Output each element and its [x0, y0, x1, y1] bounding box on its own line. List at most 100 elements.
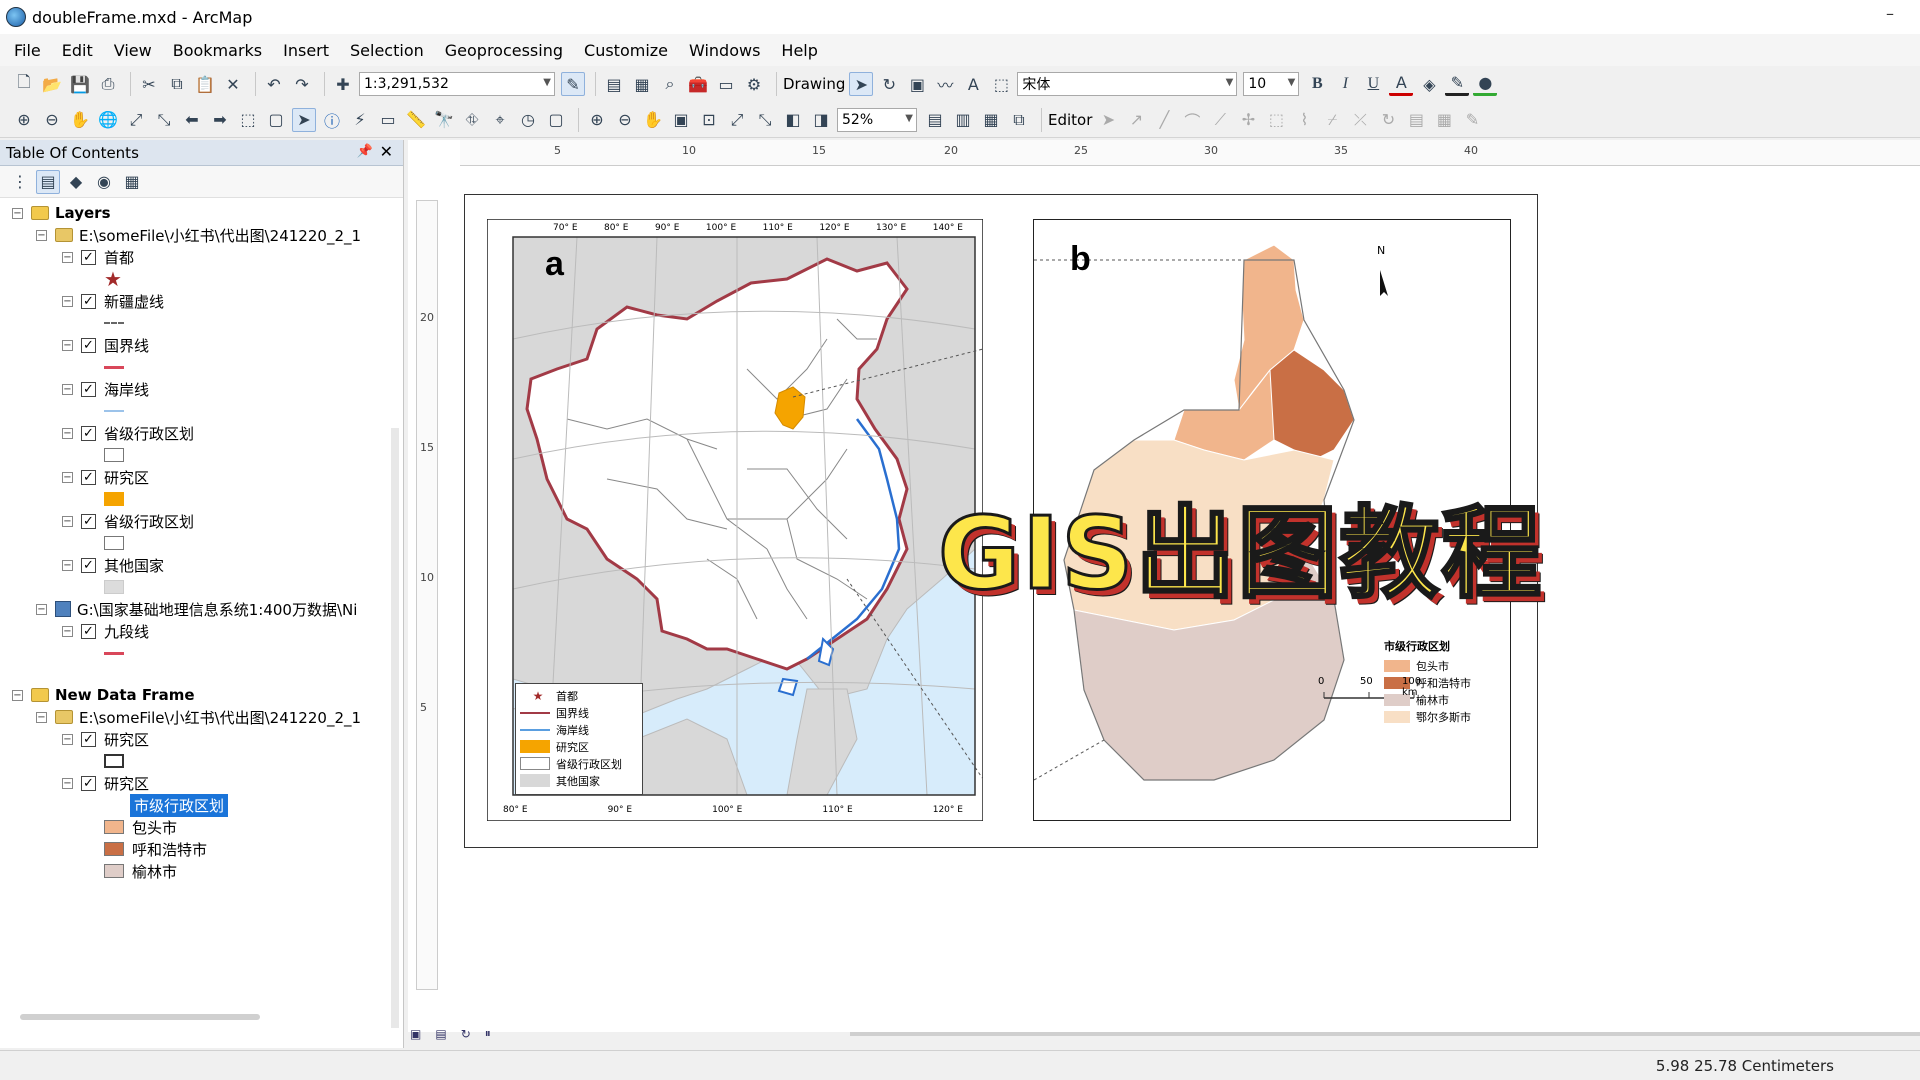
symbol-row[interactable] [104, 576, 124, 598]
collapse-icon[interactable]: − [62, 471, 73, 483]
marker-color-icon[interactable]: ● [1473, 72, 1498, 96]
layer-visibility-checkbox[interactable]: ✓ [81, 381, 96, 397]
toc-class-yulin[interactable]: 榆林市 [104, 860, 177, 882]
catalog-icon[interactable]: ▦ [630, 72, 654, 96]
menu-selection[interactable]: Selection [350, 41, 424, 60]
layer-visibility-checkbox[interactable]: ✓ [81, 731, 96, 747]
toc-layer-study3[interactable]: − ✓ 研究区 [62, 772, 149, 794]
copy-icon[interactable]: ⧉ [165, 72, 189, 96]
minimize-button[interactable]: – [1886, 4, 1894, 23]
layout-fixed-zoom-out-icon[interactable]: ⤡ [753, 108, 777, 132]
collapse-icon[interactable]: − [36, 711, 47, 723]
line-color-icon[interactable]: ✎ [1445, 72, 1470, 96]
reshape-icon[interactable]: ⌇ [1292, 108, 1316, 132]
menu-edit[interactable]: Edit [62, 41, 93, 60]
toc-data-frame-new[interactable]: − New Data Frame [12, 684, 195, 706]
find-icon[interactable]: 🔭 [432, 108, 456, 132]
pin-icon[interactable]: 📌 [357, 144, 373, 159]
create-features-icon[interactable]: ✎ [1460, 108, 1484, 132]
collapse-icon[interactable]: − [62, 339, 73, 351]
list-by-visibility-icon[interactable]: ◆ [64, 170, 88, 194]
search-window-icon[interactable]: ⌕ [658, 72, 682, 96]
table-of-contents-icon[interactable]: ▤ [602, 72, 626, 96]
symbol-row[interactable] [104, 488, 124, 510]
map-b-legend[interactable]: 市级行政区划 包头市 呼和浩特市 榆林市 鄂尔多斯市 [1384, 638, 1494, 725]
trace-icon[interactable]: ⟋ [1208, 108, 1232, 132]
zoom-percent-combo[interactable]: 52% ▼ [837, 107, 917, 132]
identify-icon[interactable]: ⓘ [320, 108, 344, 132]
zoom-whole-page-icon[interactable]: ▣ [905, 72, 929, 96]
symbol-row[interactable] [104, 750, 124, 772]
symbol-row[interactable] [104, 444, 124, 466]
go-to-xy-icon[interactable]: ⌖ [488, 108, 512, 132]
select-features-icon[interactable]: ⬚ [236, 108, 260, 132]
toc-class-baotou[interactable]: 包头市 [104, 816, 177, 838]
font-size-combo[interactable]: 10 ▼ [1243, 72, 1300, 96]
forward-extent-icon[interactable]: ➡ [208, 108, 232, 132]
symbol-row[interactable] [104, 532, 124, 554]
fixed-zoom-out-icon[interactable]: ⤡ [152, 108, 176, 132]
toc-layer-other[interactable]: − ✓ 其他国家 [62, 554, 164, 576]
toc-layer-province2[interactable]: − ✓ 省级行政区划 [62, 510, 194, 532]
field-name-selected[interactable]: 市级行政区划 [128, 792, 230, 818]
curve-tool-icon[interactable]: 〰 [933, 72, 957, 96]
toc-layer-coast[interactable]: − ✓ 海岸线 [62, 378, 149, 400]
change-layout-icon[interactable]: ▦ [979, 108, 1003, 132]
layer-visibility-checkbox[interactable]: ✓ [81, 623, 96, 639]
select-arrow-icon[interactable]: ➤ [292, 107, 316, 132]
refresh-icon[interactable]: ↻ [461, 1027, 471, 1041]
editor-toolbar-icon[interactable]: ✎ [561, 72, 585, 96]
edit-annotation-icon[interactable]: ↗ [1124, 108, 1148, 132]
layer-visibility-checkbox[interactable]: ✓ [81, 425, 96, 441]
layout-pan-icon[interactable]: ✋ [641, 108, 665, 132]
collapse-icon[interactable]: − [36, 603, 47, 615]
collapse-icon[interactable]: − [62, 733, 73, 745]
menu-windows[interactable]: Windows [689, 41, 760, 60]
fixed-zoom-in-icon[interactable]: ⤢ [124, 108, 148, 132]
menu-insert[interactable]: Insert [283, 41, 329, 60]
menu-help[interactable]: Help [781, 41, 817, 60]
close-icon[interactable]: ✕ [380, 142, 393, 161]
cut-icon[interactable]: ✂ [137, 72, 161, 96]
split-icon[interactable]: ⤫ [1348, 108, 1372, 132]
redo-icon[interactable]: ↷ [290, 72, 314, 96]
layer-visibility-checkbox[interactable]: ✓ [81, 469, 96, 485]
python-window-icon[interactable]: ▭ [714, 72, 738, 96]
layer-visibility-checkbox[interactable]: ✓ [81, 513, 96, 529]
toc-layer-xinjiang[interactable]: − ✓ 新疆虚线 [62, 290, 164, 312]
underline-button[interactable]: U [1361, 72, 1385, 96]
print-icon[interactable]: ⎙ [96, 72, 120, 96]
sketch-properties-icon[interactable]: ▦ [1432, 108, 1456, 132]
hyperlink-icon[interactable]: ⚡ [348, 108, 372, 132]
list-by-source-icon[interactable]: ▤ [36, 169, 60, 194]
new-document-icon[interactable]: 🗋 [12, 72, 36, 96]
rotate-icon[interactable]: ↻ [877, 72, 901, 96]
menu-customize[interactable]: Customize [584, 41, 668, 60]
zoom-whole-page-icon[interactable]: ▣ [669, 108, 693, 132]
toggle-draft-icon[interactable]: ▤ [923, 108, 947, 132]
layer-visibility-checkbox[interactable]: ✓ [81, 293, 96, 309]
edit-tool-icon[interactable]: ➤ [1096, 108, 1120, 132]
zoom-100-icon[interactable]: ⊡ [697, 108, 721, 132]
fill-color-icon[interactable]: ◈ [1417, 72, 1441, 96]
map-a-legend[interactable]: ★ 首都 国界线 海岸线 研究区 省级行政区划 其他国家 [515, 683, 643, 795]
toc-layer-province[interactable]: − ✓ 省级行政区划 [62, 422, 194, 444]
paste-icon[interactable]: 📋 [193, 72, 217, 96]
modelbuilder-icon[interactable]: ⚙ [742, 72, 766, 96]
collapse-icon[interactable]: − [62, 295, 73, 307]
map-scale-combo[interactable]: 1:3,291,532 ▼ [359, 72, 555, 96]
edit-vertices-icon[interactable]: ⬚ [1264, 108, 1288, 132]
focus-data-frame-icon[interactable]: ▥ [951, 108, 975, 132]
arctoolbox-icon[interactable]: 🧰 [686, 72, 710, 96]
open-folder-icon[interactable]: 📂 [40, 72, 64, 96]
menu-file[interactable]: File [14, 41, 41, 60]
layer-visibility-checkbox[interactable]: ✓ [81, 557, 96, 573]
time-slider-icon[interactable]: ◷ [516, 108, 540, 132]
back-extent-icon[interactable]: ⬅ [180, 108, 204, 132]
toc-vertical-scrollbar[interactable] [391, 428, 399, 1028]
cut-polygons-icon[interactable]: ⌿ [1320, 108, 1344, 132]
map-frame-a[interactable]: a 70° E 80° E 90° E 100° E 110° E 120° E… [487, 219, 983, 821]
zoom-out-icon[interactable]: ⊖ [40, 108, 64, 132]
menu-bookmarks[interactable]: Bookmarks [173, 41, 262, 60]
collapse-icon[interactable]: − [62, 427, 73, 439]
